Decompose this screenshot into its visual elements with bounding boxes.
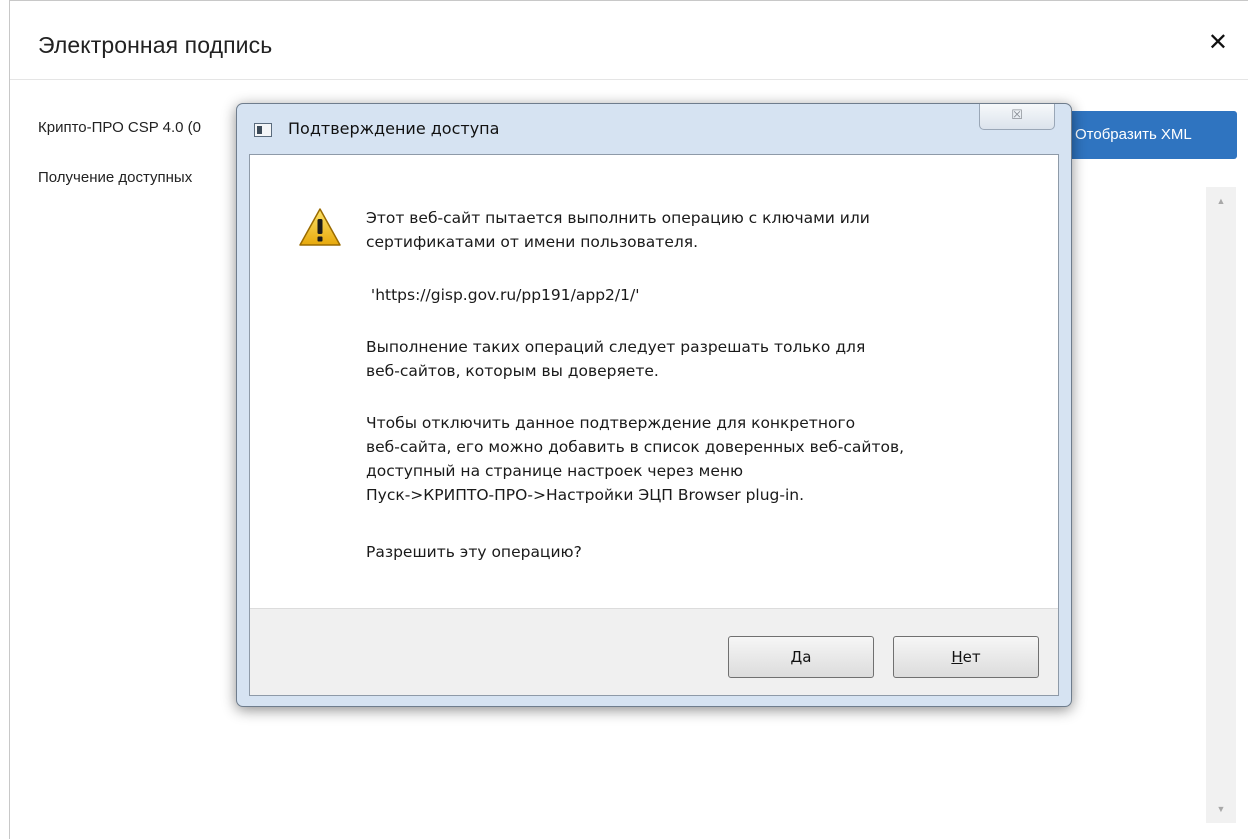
scrollbar[interactable]: ▲ ▼ — [1206, 187, 1236, 823]
dialog-close-button[interactable]: ☒ — [979, 104, 1055, 130]
loading-status-text: Получение доступных — [38, 169, 193, 186]
no-label-rest: ет — [962, 648, 981, 666]
csp-version-text: Крипто-ПРО CSP 4.0 (0 — [38, 119, 202, 136]
scroll-down-arrow-icon[interactable]: ▼ — [1206, 799, 1236, 819]
warning-icon — [299, 208, 341, 246]
message-site-url: 'https://gisp.gov.ru/pp191/app2/1/' — [366, 286, 640, 304]
dialog-title: Подтверждение доступа — [288, 119, 500, 138]
dialog-button-bar: Да Нет — [250, 608, 1058, 695]
dialog-titlebar[interactable]: Подтверждение доступа ☒ — [237, 104, 1071, 154]
modal-header: Электронная подпись ✕ — [10, 1, 1248, 80]
window-app-icon — [254, 123, 272, 137]
dialog-content: Этот веб-сайт пытается выполнить операци… — [249, 154, 1059, 696]
yes-button[interactable]: Да — [728, 636, 874, 678]
message-trust-advice: Выполнение таких операций следует разреш… — [366, 338, 866, 380]
modal-title: Электронная подпись — [38, 32, 273, 58]
yes-label-rest: а — [802, 648, 812, 666]
message-question: Разрешить эту операцию? — [366, 543, 582, 561]
message-disable-instructions: Чтобы отключить данное подтверждение для… — [366, 414, 905, 504]
no-mnemonic: Н — [951, 648, 963, 666]
yes-mnemonic: Д — [790, 648, 803, 666]
close-icon[interactable]: ✕ — [1208, 31, 1228, 55]
message-operation-warning: Этот веб-сайт пытается выполнить операци… — [366, 209, 870, 251]
no-button[interactable]: Нет — [893, 636, 1039, 678]
scroll-up-arrow-icon[interactable]: ▲ — [1206, 191, 1236, 211]
show-xml-button[interactable]: Отобразить XML — [1059, 111, 1237, 159]
access-confirmation-dialog: Подтверждение доступа ☒ Этот веб-сайт пы… — [236, 103, 1072, 707]
